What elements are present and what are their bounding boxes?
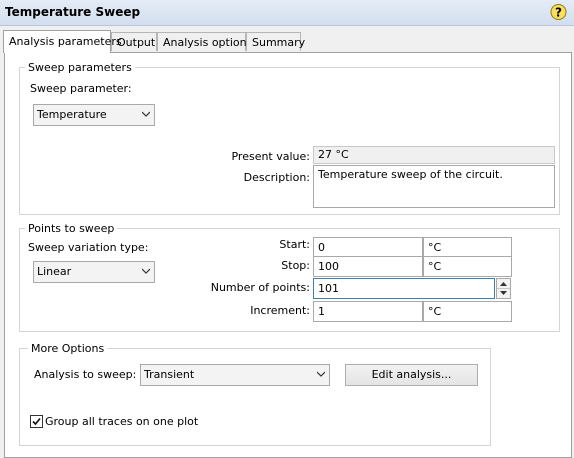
window-title: Temperature Sweep: [5, 5, 141, 19]
analysis-to-sweep-label: Analysis to sweep:: [34, 368, 137, 381]
chevron-down-icon: [317, 371, 325, 377]
sweep-parameter-dropdown[interactable]: Temperature: [33, 104, 155, 126]
stop-unit: °C: [423, 256, 512, 277]
stop-input[interactable]: 100: [313, 256, 423, 277]
increment-label: Increment:: [250, 304, 310, 317]
increment-unit: °C: [423, 301, 512, 322]
checkmark-icon: [32, 417, 41, 426]
sweep-variation-value: Linear: [37, 265, 72, 278]
present-value-label: Present value:: [231, 150, 310, 163]
chevron-down-icon: [142, 111, 150, 117]
group-traces-checkbox[interactable]: [30, 415, 43, 428]
number-of-points-spinner[interactable]: [496, 278, 511, 299]
points-to-sweep-title: Points to sweep: [25, 222, 118, 235]
increment-input[interactable]: 1: [313, 301, 423, 322]
help-icon[interactable]: ?: [550, 3, 567, 21]
tab-analysis-options[interactable]: Analysis options: [157, 32, 252, 51]
sweep-parameter-label: Sweep parameter:: [30, 82, 132, 95]
stop-label: Stop:: [281, 259, 310, 272]
start-input[interactable]: 0: [313, 237, 423, 258]
number-of-points-label: Number of points:: [210, 281, 310, 294]
start-unit: °C: [423, 237, 512, 258]
sweep-variation-dropdown[interactable]: Linear: [33, 261, 155, 283]
number-of-points-input[interactable]: 101: [313, 278, 495, 299]
description-field[interactable]: Temperature sweep of the circuit.: [313, 165, 555, 208]
present-value-field: 27 °C: [313, 146, 555, 164]
sweep-variation-label: Sweep variation type:: [28, 241, 149, 254]
analysis-to-sweep-dropdown[interactable]: Transient: [140, 364, 330, 386]
svg-text:?: ?: [555, 6, 562, 20]
description-label: Description:: [243, 171, 310, 184]
more-options-title: More Options: [28, 342, 108, 355]
start-label: Start:: [279, 238, 310, 251]
group-traces-label[interactable]: Group all traces on one plot: [45, 415, 198, 428]
tab-analysis-parameters[interactable]: Analysis parameters: [3, 30, 122, 53]
spin-down-icon[interactable]: [500, 291, 507, 295]
more-options-group: [19, 348, 491, 446]
sweep-parameter-value: Temperature: [37, 108, 107, 121]
analysis-to-sweep-value: Transient: [144, 368, 195, 381]
sweep-parameters-title: Sweep parameters: [25, 61, 135, 74]
tab-summary[interactable]: Summary: [246, 32, 305, 51]
spin-up-icon[interactable]: [500, 282, 507, 286]
chevron-down-icon: [142, 268, 150, 274]
edit-analysis-button[interactable]: Edit analysis...: [345, 364, 478, 386]
